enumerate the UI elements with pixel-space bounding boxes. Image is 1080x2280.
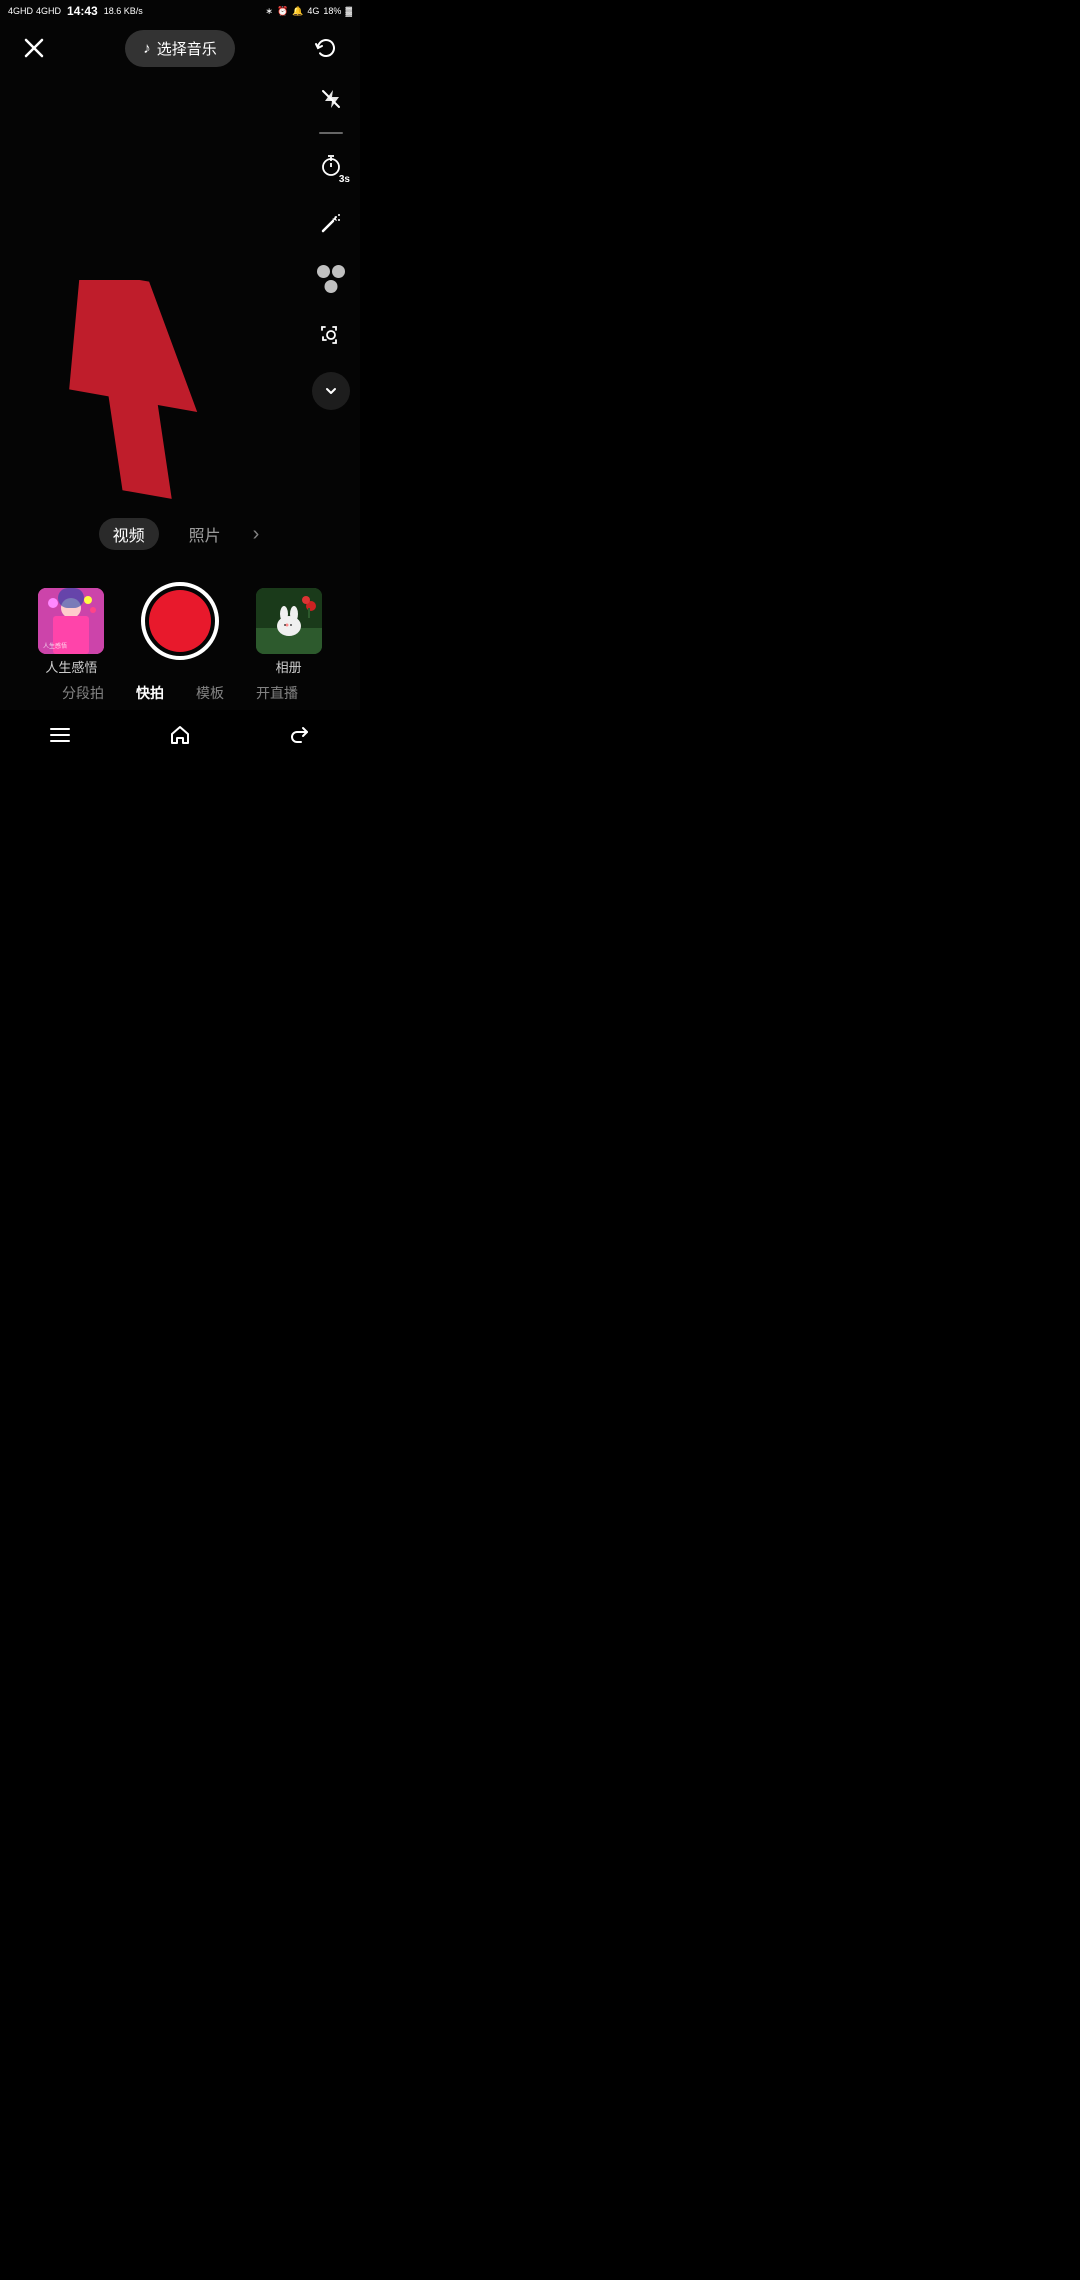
gallery-label: 人生感悟: [45, 657, 97, 676]
album-image: [256, 588, 322, 654]
alarm-icon: ⏰: [277, 6, 288, 17]
network-icon: 4G: [307, 6, 319, 16]
tab-segment-shot[interactable]: 分段拍: [58, 681, 108, 705]
svg-text:人生感悟: 人生感悟: [43, 642, 67, 650]
battery-icon: ▓: [345, 6, 352, 16]
tab-more[interactable]: ›: [251, 519, 262, 550]
signal-strength: 4GHD: [8, 6, 33, 16]
right-icon-panel: 3s: [312, 80, 350, 410]
time-display: 14:43: [67, 4, 98, 18]
bottom-controls: 人生感悟 人生感悟: [0, 582, 360, 660]
timer-button[interactable]: 3s: [312, 148, 350, 186]
sub-mode-tabs: 分段拍 快拍 模板 开直播: [0, 681, 360, 705]
record-button[interactable]: [141, 582, 219, 660]
music-select-button[interactable]: ♪ 选择音乐: [125, 30, 235, 67]
menu-button[interactable]: [40, 715, 80, 755]
mode-tabs: 视频 照片 ›: [0, 518, 360, 550]
battery-level: 18%: [323, 6, 341, 16]
data-speed: 18.6 KB/s: [104, 6, 143, 16]
back-button[interactable]: [280, 715, 320, 755]
tab-template[interactable]: 模板: [192, 681, 228, 705]
music-label: 选择音乐: [157, 38, 217, 59]
music-note-icon: ♪: [143, 40, 151, 57]
filters-button[interactable]: [312, 260, 350, 298]
status-left: 4GHD 4GHD 14:43 18.6 KB/s: [8, 4, 143, 18]
beauty-button[interactable]: [312, 204, 350, 242]
bell-icon: 🔔: [292, 6, 303, 17]
album-button[interactable]: [256, 588, 322, 654]
scan-button[interactable]: [312, 316, 350, 354]
gallery-wrapper: 人生感悟 人生感悟: [38, 588, 104, 654]
home-button[interactable]: [160, 715, 200, 755]
timer-icon: 3s: [320, 154, 342, 181]
tab-live[interactable]: 开直播: [252, 681, 302, 705]
flash-button[interactable]: [312, 80, 350, 118]
icon-divider: [319, 132, 343, 134]
tab-quick-shot[interactable]: 快拍: [132, 681, 168, 705]
status-bar: 4GHD 4GHD 14:43 18.6 KB/s ∗ ⏰ 🔔 4G 18% ▓: [0, 0, 360, 22]
refresh-button[interactable]: [308, 30, 344, 66]
close-button[interactable]: [16, 30, 52, 66]
timer-value: 3s: [339, 174, 350, 185]
album-wrapper: 相册: [256, 588, 322, 654]
tab-photo[interactable]: 照片: [187, 518, 223, 550]
gallery-image: 人生感悟: [38, 588, 104, 654]
bottom-nav: [0, 710, 360, 760]
gallery-thumbnail[interactable]: 人生感悟: [38, 588, 104, 654]
top-bar: ♪ 选择音乐: [0, 22, 360, 74]
bluetooth-icon: ∗: [265, 6, 273, 17]
filters-icon: [317, 265, 345, 293]
record-button-inner: [149, 590, 211, 652]
tab-video[interactable]: 视频: [99, 518, 159, 550]
status-right: ∗ ⏰ 🔔 4G 18% ▓: [265, 6, 352, 17]
expand-button[interactable]: [312, 372, 350, 410]
album-label: 相册: [276, 657, 302, 676]
signal-strength-2: 4GHD: [36, 6, 61, 16]
